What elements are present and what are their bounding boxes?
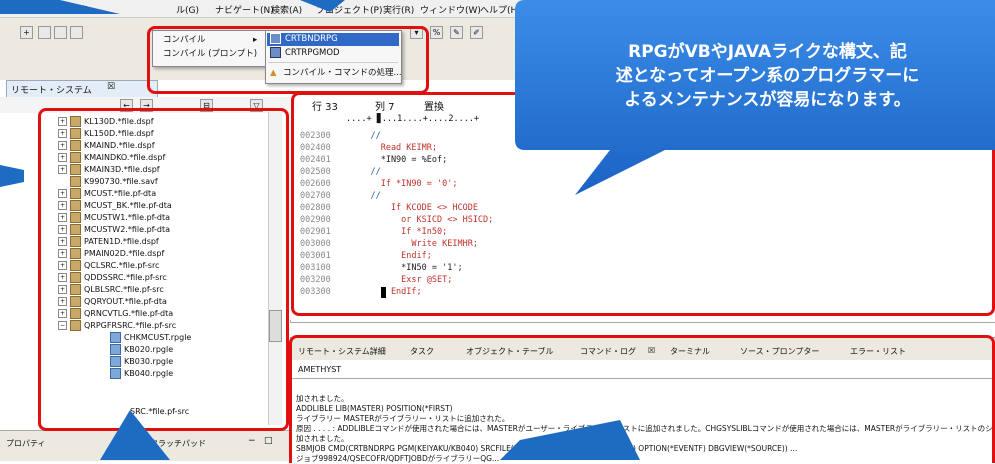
arrow-shape [0,165,24,187]
arrow-shape [0,0,120,14]
arrow-shape [100,410,170,460]
arrow-shape [500,420,640,460]
arrow-shape [300,0,345,12]
decorative-arrows [0,0,640,460]
